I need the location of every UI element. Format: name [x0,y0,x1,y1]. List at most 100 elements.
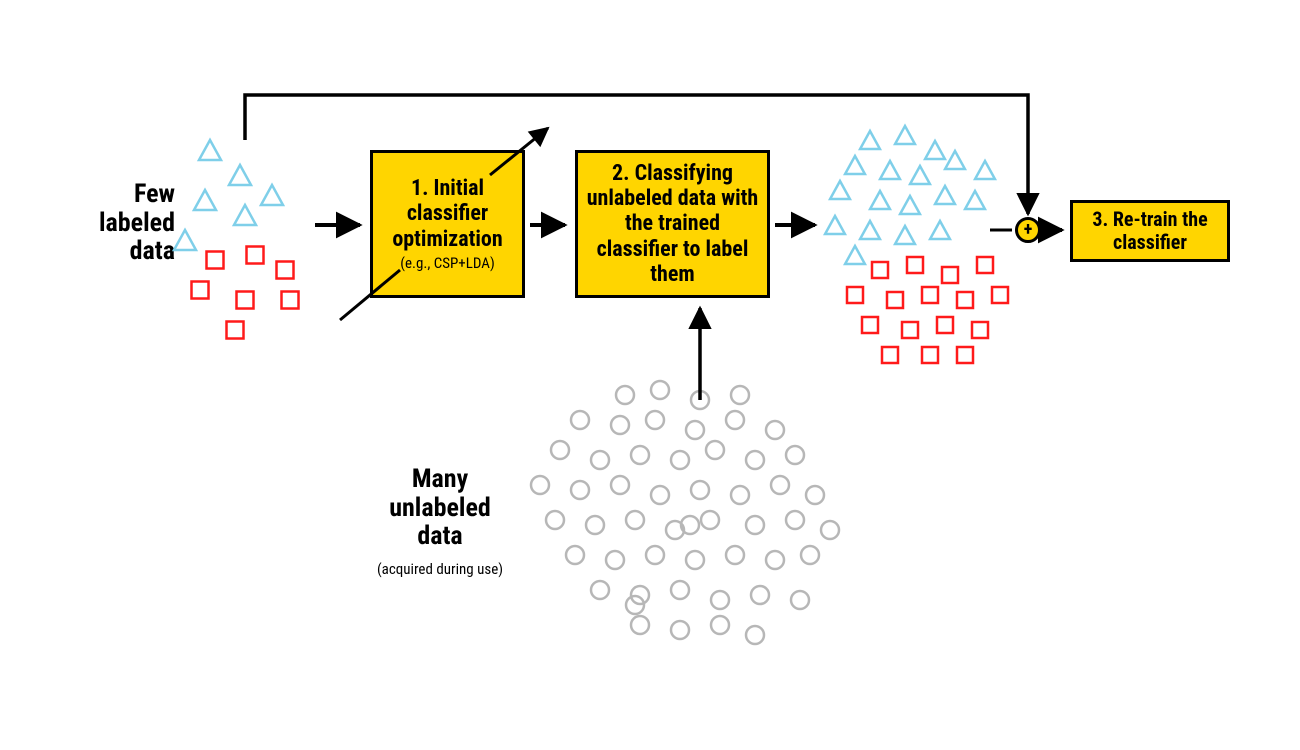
circle-marker [591,581,609,599]
circle-marker [611,416,629,434]
arrows-layer [0,0,1300,750]
triangle-marker [880,161,900,179]
circle-marker [571,411,589,429]
circle-marker [766,421,784,439]
circle-marker [746,451,764,469]
triangle-marker [234,205,256,225]
scatter-layer [0,0,1300,750]
triangle-marker [229,165,251,185]
square-marker [277,262,294,279]
square-marker [872,262,888,278]
square-marker [902,322,918,338]
few-labeled-triangles [174,140,283,250]
circle-marker [546,511,564,529]
circle-marker [651,381,669,399]
circle-marker [686,421,704,439]
triangle-marker [900,196,920,214]
circle-marker [681,516,699,534]
box3-title: 3. Re-train the classifier [1079,208,1221,254]
square-marker [192,282,209,299]
circle-marker [631,586,649,604]
newly-labeled-squares [847,257,1008,363]
label-many-unlabeled-sub: (acquired during use) [355,560,525,578]
box1-title: 1. Initial classifier optimization [379,176,516,252]
circle-marker [591,451,609,469]
circle-marker [626,511,644,529]
triangle-marker [199,140,221,160]
triangle-marker [174,230,196,250]
square-marker [282,292,299,309]
triangle-marker [194,190,216,210]
square-marker [227,322,244,339]
circle-marker [726,411,744,429]
circle-marker [791,591,809,609]
circle-marker [746,626,764,644]
square-marker [992,287,1008,303]
label-few-labeled-data: Few labeled data [55,180,175,266]
box-retrain-classifier: 3. Re-train the classifier [1070,200,1230,262]
diagram-canvas: Few labeled data Many unlabeled data (ac… [0,0,1300,750]
circle-marker [766,551,784,569]
triangle-marker [935,186,955,204]
circle-marker [651,486,669,504]
circle-marker [686,551,704,569]
triangle-marker [965,191,985,209]
circle-marker [701,511,719,529]
circle-marker [616,386,634,404]
square-marker [237,292,254,309]
square-marker [977,257,993,273]
few-labeled-squares [192,247,299,339]
circle-marker [821,521,839,539]
box2-title: 2. Classifying unlabeled data with the t… [584,161,761,287]
circle-marker [531,476,549,494]
square-marker [862,317,878,333]
circle-marker [551,441,569,459]
square-marker [937,317,953,333]
circle-marker [671,581,689,599]
circle-marker [731,486,749,504]
square-marker [942,267,958,283]
square-marker [247,247,264,264]
label-many-unlabeled-data: Many unlabeled data [365,465,515,551]
circle-marker [671,621,689,639]
circle-marker [706,441,724,459]
triangle-marker [860,131,880,149]
circle-marker [806,486,824,504]
box1-sub: (e.g., CSP+LDA) [400,254,494,272]
circle-marker [606,551,624,569]
circle-marker [691,481,709,499]
circle-marker [711,616,729,634]
circle-marker [711,591,729,609]
triangle-marker [860,221,880,239]
triangle-marker [945,151,965,169]
triangle-marker [825,216,845,234]
square-marker [207,252,224,269]
triangle-marker [261,185,283,205]
circle-marker [771,476,789,494]
circle-marker [671,451,689,469]
triangle-marker [870,191,890,209]
circle-marker [626,596,644,614]
circle-marker [731,386,749,404]
square-marker [907,257,923,273]
triangle-marker [845,246,865,264]
triangle-marker [830,181,850,199]
circle-marker [586,516,604,534]
circle-marker [786,511,804,529]
triangle-marker [975,161,995,179]
circle-marker [726,546,744,564]
circle-marker [746,516,764,534]
square-marker [972,322,988,338]
square-marker [847,287,863,303]
circle-marker [631,446,649,464]
square-marker [922,287,938,303]
circle-marker [646,546,664,564]
circle-marker [786,446,804,464]
circle-marker [751,586,769,604]
triangle-marker [910,166,930,184]
triangle-marker [925,141,945,159]
triangle-marker [895,226,915,244]
circle-marker [646,411,664,429]
box-initial-classifier: 1. Initial classifier optimization (e.g.… [370,150,525,298]
circle-marker [631,616,649,634]
